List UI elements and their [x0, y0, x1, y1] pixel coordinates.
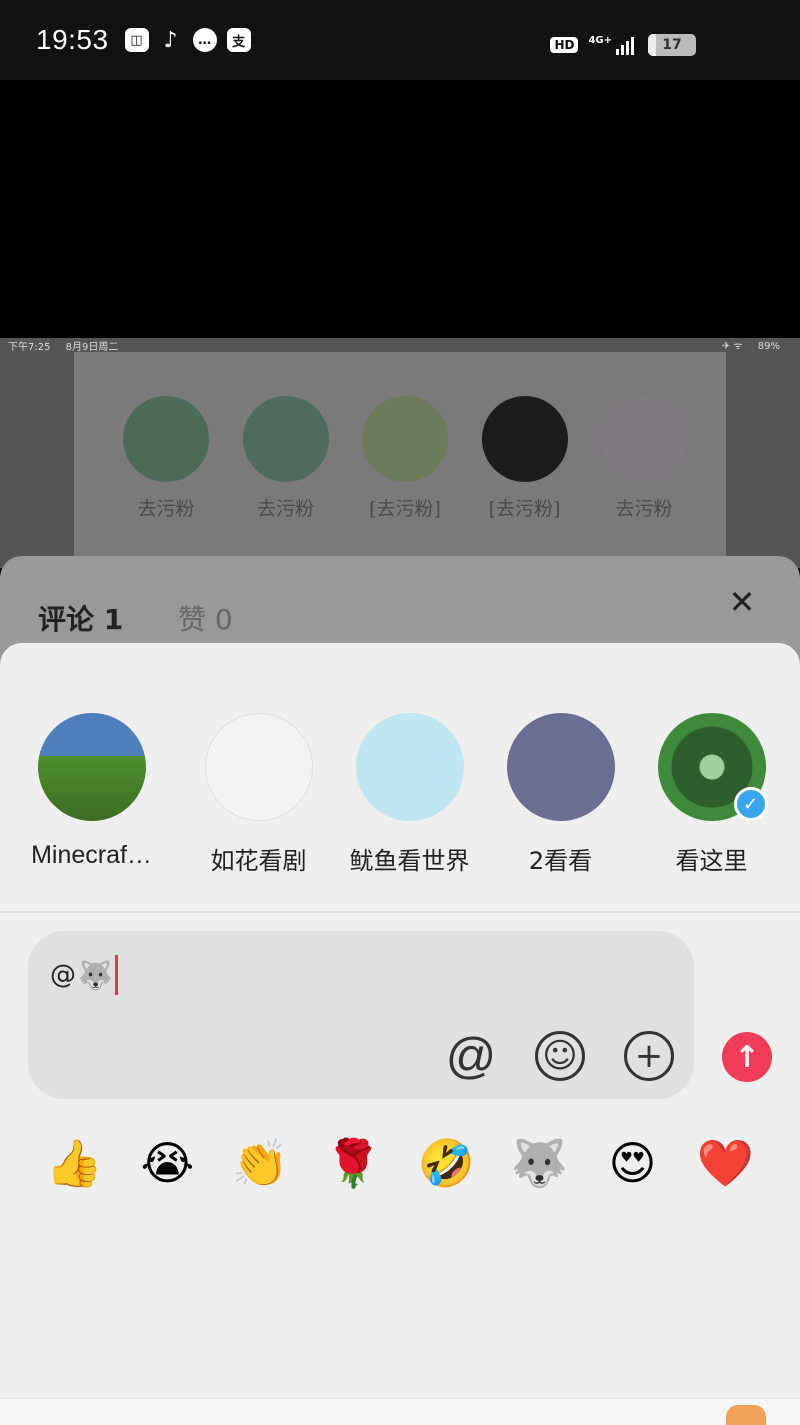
battery-level: 17 [662, 37, 682, 53]
airplane-icon: ✈ ᯤ [721, 341, 743, 352]
bottom-bar [0, 1398, 800, 1425]
send-button[interactable]: ↑ [722, 1032, 772, 1082]
embedded-thumbnail [242, 396, 329, 482]
add-button[interactable]: + [624, 1031, 674, 1081]
rofl-face-icon[interactable]: 🤣 [417, 1133, 477, 1193]
embedded-item: 去污粉 [596, 396, 692, 521]
embedded-screenshot: 下午7:25 8月9日周二 ✈ ᯤ 89% 去污粉 去污粉 [去污粉] [去污粉… [0, 338, 800, 568]
divider [0, 911, 800, 913]
contact-name: 看这里 [675, 847, 748, 875]
husky-emoji-icon: 🐺 [78, 958, 113, 992]
contact-item[interactable]: 如花看剧 [183, 713, 334, 876]
tiktok-icon: ♪ [163, 27, 178, 53]
embedded-panel: 去污粉 去污粉 [去污粉] [去污粉] 去污粉 [74, 352, 726, 568]
avatar [506, 713, 615, 821]
emoji-button[interactable]: ☺ [535, 1031, 585, 1081]
embedded-thumbnail [362, 396, 448, 482]
embedded-item: [去污粉] [357, 396, 453, 521]
thumbs-up-icon[interactable]: 👍 [45, 1133, 105, 1193]
signal-icon: 4G+ [588, 35, 634, 55]
embedded-item: 去污粉 [118, 396, 214, 521]
clapping-hands-icon[interactable]: 👏 [231, 1133, 291, 1193]
status-bar: 19:53 ◫ ♪ … 支 HD 4G+ 17 [0, 0, 800, 80]
battery-icon: 17 [648, 34, 696, 56]
text-cursor [114, 955, 118, 995]
status-time: 19:53 [36, 24, 109, 55]
heart-eyes-icon[interactable]: 😍 [603, 1133, 663, 1193]
avatar [204, 713, 313, 821]
contact-name: 2看看 [528, 847, 593, 875]
embedded-item: [去污粉] [477, 396, 573, 521]
message-icon: … [192, 28, 217, 52]
quick-emoji-row: 👍 😭 👏 🌹 🤣 🐺 😍 ❤️ [0, 1133, 800, 1193]
comment-input[interactable]: @ 🐺 @ ☺ + [28, 931, 694, 1099]
mascot-icon [726, 1405, 766, 1425]
contact-item[interactable]: 2看看 [485, 713, 636, 876]
crying-face-icon[interactable]: 😭 [138, 1133, 198, 1193]
hd-badge: HD [550, 37, 579, 53]
avatar [37, 713, 146, 821]
tab-comments[interactable]: 评论 1 [38, 598, 123, 638]
at-mention-button[interactable]: @ [446, 1028, 497, 1084]
verified-badge-icon: ✓ [733, 787, 768, 821]
avatar: ✓ [657, 713, 768, 821]
gallery-icon: ◫ [124, 28, 149, 52]
close-icon[interactable]: ✕ [724, 583, 760, 621]
embedded-thumbnail [123, 396, 209, 482]
avatar [355, 713, 464, 821]
contact-name: Minecraf… [31, 841, 152, 869]
contact-item[interactable]: 鱿鱼看世界 [334, 713, 485, 876]
embedded-thumbnail [481, 396, 568, 482]
embedded-thumbnail [601, 396, 687, 482]
input-value: @ [50, 960, 76, 990]
status-right: HD 4G+ 17 [550, 34, 696, 56]
comment-input-text[interactable]: @ 🐺 [50, 955, 118, 995]
embedded-status-bar: 下午7:25 8月9日周二 ✈ ᯤ 89% [0, 338, 800, 353]
embedded-battery: 89% [757, 341, 780, 352]
embedded-item: 去污粉 [238, 396, 334, 521]
contact-name: 鱿鱼看世界 [349, 847, 470, 875]
status-app-icons: ◫ ♪ … 支 [124, 27, 251, 53]
tab-likes[interactable]: 赞 0 [178, 598, 233, 638]
husky-icon[interactable]: 🐺 [510, 1133, 570, 1193]
red-heart-icon[interactable]: ❤️ [696, 1133, 756, 1193]
rose-icon[interactable]: 🌹 [324, 1133, 384, 1193]
embedded-date: 8月9日周二 [65, 341, 119, 353]
contact-item[interactable]: Minecraf… [0, 713, 183, 876]
mention-contact-list: Minecraf… 如花看剧 鱿鱼看世界 2看看 ✓ 看这里 [0, 713, 800, 876]
alipay-icon: 支 [226, 28, 251, 52]
mention-sheet: Minecraf… 如花看剧 鱿鱼看世界 2看看 ✓ 看这里 @ 🐺 @ ☺ +… [0, 643, 800, 1425]
contact-name: 如花看剧 [210, 847, 307, 875]
contact-item[interactable]: ✓ 看这里 [636, 713, 787, 876]
embedded-time: 下午7:25 [8, 341, 51, 353]
